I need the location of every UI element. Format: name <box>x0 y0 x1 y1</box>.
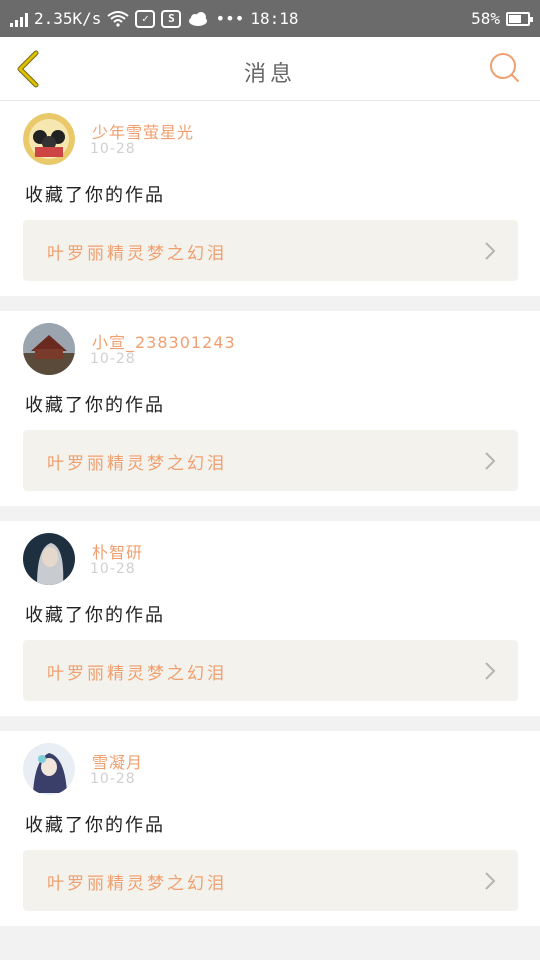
notification-card: 雪凝月 10-28 收藏了你的作品 叶罗丽精灵梦之幻泪 <box>0 731 540 926</box>
net-speed: 2.35K/s <box>34 9 102 28</box>
timestamp: 10-28 <box>90 561 136 577</box>
cloud-icon <box>189 11 208 26</box>
chevron-right-icon <box>485 242 496 260</box>
username[interactable]: 雪凝月 <box>92 749 143 773</box>
notification-list: 少年雪萤星光 10-28 收藏了你的作品 叶罗丽精灵梦之幻泪 小宣_238301… <box>0 101 540 941</box>
wifi-icon <box>107 10 130 27</box>
timestamp: 10-28 <box>90 351 136 367</box>
notification-card: 小宣_238301243 10-28 收藏了你的作品 叶罗丽精灵梦之幻泪 <box>0 311 540 506</box>
work-title: 叶罗丽精灵梦之幻泪 <box>47 874 227 894</box>
battery-icon <box>506 11 533 26</box>
timestamp: 10-28 <box>90 141 136 157</box>
notification-card: 少年雪萤星光 10-28 收藏了你的作品 叶罗丽精灵梦之幻泪 <box>0 101 540 296</box>
action-text: 收藏了你的作品 <box>25 815 165 836</box>
more-dots-icon: ••• <box>215 9 245 28</box>
chevron-right-icon <box>485 662 496 680</box>
notification-card: 朴智研 10-28 收藏了你的作品 叶罗丽精灵梦之幻泪 <box>0 521 540 716</box>
username[interactable]: 朴智研 <box>92 539 143 563</box>
chevron-right-icon <box>485 452 496 470</box>
work-title: 叶罗丽精灵梦之幻泪 <box>47 244 227 264</box>
work-link[interactable]: 叶罗丽精灵梦之幻泪 <box>23 850 518 911</box>
page-title: 消息 <box>243 62 296 87</box>
status-right: 58% <box>471 9 533 28</box>
user-avatar[interactable] <box>23 113 75 165</box>
search-button[interactable] <box>488 51 522 85</box>
chevron-right-icon <box>485 872 496 890</box>
user-avatar[interactable] <box>23 323 75 375</box>
user-avatar[interactable] <box>23 743 75 795</box>
username[interactable]: 少年雪萤星光 <box>92 119 194 143</box>
battery-percent: 58% <box>471 9 500 28</box>
s-app-icon: S <box>161 9 182 28</box>
action-text: 收藏了你的作品 <box>25 185 165 206</box>
work-link[interactable]: 叶罗丽精灵梦之幻泪 <box>23 430 518 491</box>
action-text: 收藏了你的作品 <box>25 395 165 416</box>
work-link[interactable]: 叶罗丽精灵梦之幻泪 <box>23 640 518 701</box>
status-left: 2.35K/s ✓ S ••• 18:18 <box>10 9 299 28</box>
signal-icon <box>10 11 28 27</box>
user-avatar[interactable] <box>23 533 75 585</box>
work-link[interactable]: 叶罗丽精灵梦之幻泪 <box>23 220 518 281</box>
username[interactable]: 小宣_238301243 <box>92 329 236 353</box>
status-time: 18:18 <box>250 9 299 28</box>
status-bar: 2.35K/s ✓ S ••• 18:18 58% <box>0 0 540 37</box>
timestamp: 10-28 <box>90 771 136 787</box>
header-bar: 消息 <box>0 37 540 101</box>
work-title: 叶罗丽精灵梦之幻泪 <box>47 664 227 684</box>
action-text: 收藏了你的作品 <box>25 605 165 626</box>
work-title: 叶罗丽精灵梦之幻泪 <box>47 454 227 474</box>
message-check-icon: ✓ <box>135 9 156 28</box>
